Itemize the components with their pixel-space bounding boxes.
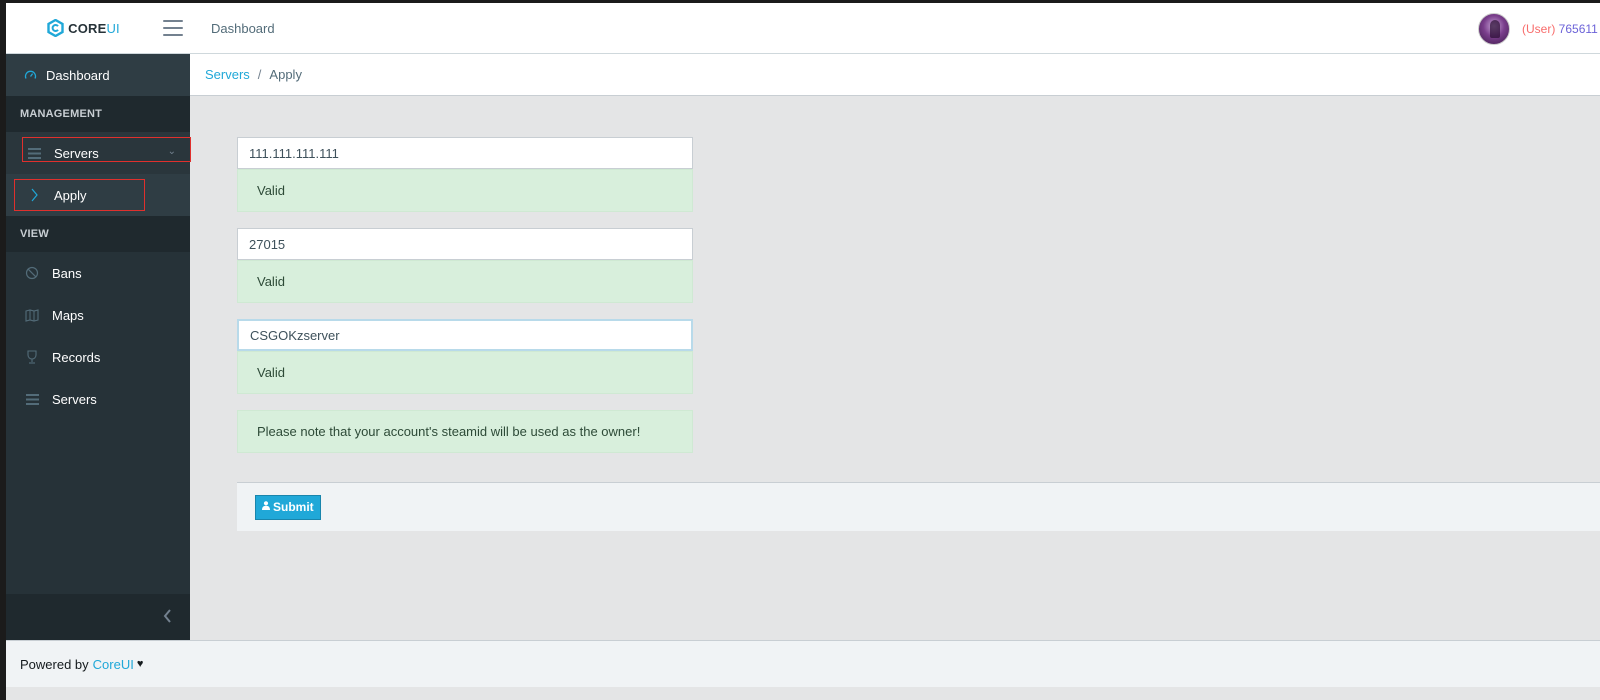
breadcrumb-current: Apply xyxy=(269,67,302,82)
breadcrumb: Servers / Apply xyxy=(190,54,1600,96)
user-icon xyxy=(262,501,270,513)
sidebar-item-label: Dashboard xyxy=(46,67,110,83)
sidebar-item-label: Bans xyxy=(52,265,82,281)
trophy-icon xyxy=(24,349,40,365)
user-id: 765611 xyxy=(1558,21,1598,36)
name-valid-feedback: Valid xyxy=(237,351,693,394)
apply-form: Valid Valid Valid Please note that your … xyxy=(237,137,693,453)
sidebar: Dashboard MANAGEMENT Servers ⌄ Apply VIE… xyxy=(6,54,190,640)
app-footer: Powered by CoreUI ♥ xyxy=(6,640,1600,687)
submit-button[interactable]: Submit xyxy=(255,494,321,520)
sidebar-item-label: Servers xyxy=(54,145,99,161)
speedometer-icon xyxy=(22,67,38,83)
nav-section-management: MANAGEMENT xyxy=(6,96,190,132)
sidebar-item-label: Maps xyxy=(52,307,84,323)
ban-icon xyxy=(24,265,40,281)
sidebar-item-apply[interactable]: Apply xyxy=(6,174,190,216)
ip-address-input[interactable] xyxy=(237,137,693,169)
sidebar-item-records[interactable]: Records xyxy=(6,336,190,378)
sidebar-item-label: Servers xyxy=(52,391,97,407)
chevron-right-icon xyxy=(26,187,42,203)
app-header: COREUI Dashboard (User) 765611 xyxy=(6,3,1600,54)
ip-valid-feedback: Valid xyxy=(237,169,693,212)
coreui-logo-icon xyxy=(47,19,64,37)
avatar[interactable] xyxy=(1478,12,1510,45)
heart-icon: ♥ xyxy=(136,658,144,670)
port-valid-feedback: Valid xyxy=(237,260,693,303)
sidebar-dropdown-servers[interactable]: Servers ⌄ xyxy=(6,132,190,174)
user-role: (User) xyxy=(1522,21,1556,36)
server-name-input[interactable] xyxy=(237,319,693,351)
footer-text: Powered by xyxy=(20,656,89,672)
footer-coreui-link[interactable]: CoreUI xyxy=(93,657,134,672)
nav-section-view: VIEW xyxy=(6,216,190,252)
sidebar-item-bans[interactable]: Bans xyxy=(6,252,190,294)
submit-label: Submit xyxy=(273,500,314,514)
map-icon xyxy=(24,307,40,323)
breadcrumb-servers-link[interactable]: Servers xyxy=(205,67,250,82)
brand-name: COREUI xyxy=(68,20,120,36)
user-menu[interactable]: (User) 765611 xyxy=(1478,3,1600,54)
form-footer: Submit xyxy=(237,482,1600,531)
owner-note: Please note that your account's steamid … xyxy=(237,410,693,453)
chevron-down-icon: ⌄ xyxy=(167,146,176,157)
sidebar-minimizer[interactable] xyxy=(6,594,190,640)
sidebar-item-servers[interactable]: Servers xyxy=(6,378,190,420)
chevron-left-icon xyxy=(163,607,172,628)
sidebar-item-maps[interactable]: Maps xyxy=(6,294,190,336)
header-nav-dashboard[interactable]: Dashboard xyxy=(211,21,275,36)
sidebar-item-label: Apply xyxy=(54,187,87,203)
brand-logo[interactable]: COREUI xyxy=(6,19,151,37)
sidebar-toggle-icon[interactable] xyxy=(163,20,183,36)
port-input[interactable] xyxy=(237,228,693,260)
user-label[interactable]: (User) 765611 xyxy=(1522,22,1600,36)
list-icon xyxy=(26,145,42,161)
breadcrumb-separator: / xyxy=(257,67,262,82)
sidebar-item-label: Records xyxy=(52,349,101,365)
list-icon xyxy=(24,391,40,407)
sidebar-item-dashboard[interactable]: Dashboard xyxy=(6,54,190,96)
app-window: COREUI Dashboard (User) 765611 Dashboard… xyxy=(6,3,1600,700)
